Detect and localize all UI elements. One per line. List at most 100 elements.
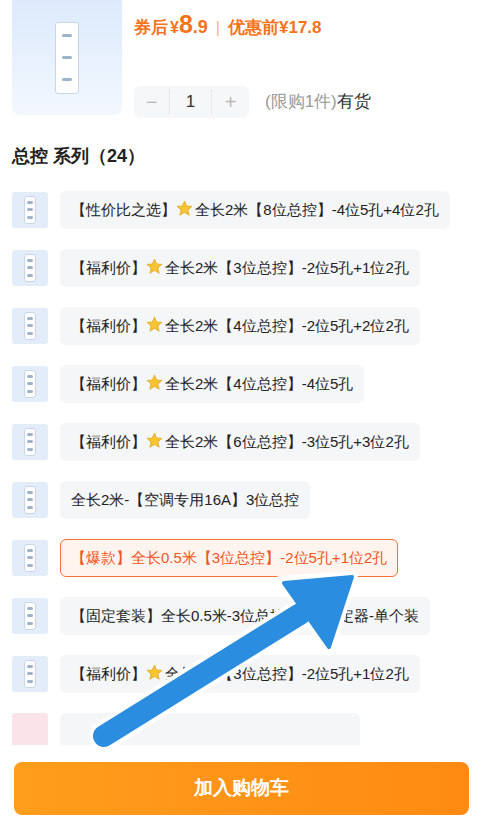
- socket: [27, 564, 32, 567]
- socket: [27, 375, 32, 378]
- option-row[interactable]: 【福利价】全长2米【4位总控】-2位5孔+2位2孔: [12, 307, 471, 345]
- option-chip[interactable]: 【固定套装】全长0.5米-3位总控+排插固定器-单个装: [60, 597, 430, 635]
- option-row[interactable]: 【性价比之选】 全长2米【8位总控】-4位5孔+4位2孔: [12, 191, 471, 229]
- strip-body: [55, 22, 79, 94]
- power-strip-icon: [12, 540, 48, 576]
- option-tag: 【福利价】: [71, 259, 146, 276]
- option-chip[interactable]: 【福利价】全长2米【4位总控】-4位5孔: [60, 365, 364, 403]
- sku-panel: 券后¥8.9 | 优惠前¥17.8 −1+ (限购1件)有货总控 系列（24） 【性价比之…: [0, 0, 483, 820]
- option-list: 【性价比之选】 全长2米【8位总控】-4位5孔+4位2孔【福利价】 全长2米【3位总…: [0, 191, 483, 745]
- socket: [27, 448, 32, 451]
- option-label: 全长2米【3位总控】-2位5孔+1位2孔: [165, 259, 409, 276]
- series-title: 总控 系列（24）: [12, 143, 483, 169]
- socket: [27, 549, 32, 552]
- plus-button[interactable]: +: [212, 87, 249, 117]
- socket: [27, 216, 32, 219]
- socket: [27, 622, 32, 625]
- socket: [27, 324, 32, 327]
- option-label: 【爆款】全长0.5米【3位总控】-2位5孔+1位2孔: [71, 549, 387, 566]
- socket: [27, 274, 32, 277]
- product-image: [12, 0, 122, 115]
- socket: [27, 614, 32, 617]
- add-to-cart-label: 加入购物车: [194, 774, 289, 803]
- option-label: 全长1米【3位总控】-2位5孔+1位2孔: [165, 665, 409, 682]
- socket: [27, 201, 32, 204]
- option-chip[interactable]: 【福利价】 全长2米【6位总控】-3位5孔+3位2孔: [60, 423, 420, 461]
- price-label: 券后: [134, 15, 168, 41]
- divider: |: [216, 16, 220, 40]
- option-chip[interactable]: 【福利价】 全长2米【3位总控】-2位5孔+1位2孔: [60, 249, 420, 287]
- minus-button[interactable]: −: [134, 87, 169, 117]
- socket: [27, 208, 32, 211]
- power-strip-icon: [12, 192, 48, 228]
- socket: [27, 665, 32, 668]
- socket: [27, 506, 32, 509]
- socket: [27, 680, 32, 683]
- option-chip[interactable]: [60, 713, 360, 745]
- socket: [27, 491, 32, 494]
- socket: [27, 266, 32, 269]
- option-row[interactable]: [12, 713, 471, 745]
- option-row[interactable]: 全长2米-【空调专用16A】3位总控: [12, 481, 471, 519]
- quantity-value[interactable]: 1: [169, 89, 212, 115]
- option-row[interactable]: 【福利价】 全长2米【6位总控】-3位5孔+3位2孔: [12, 423, 471, 461]
- pointer-arrow-icon: [0, 0, 483, 820]
- strip-body: [24, 428, 36, 457]
- star-icon: [176, 200, 193, 217]
- bottom-bar: 加入购物车: [0, 745, 483, 820]
- option-label: 全长2米【4位总控】-2位5孔+2位2孔: [165, 317, 409, 334]
- option-row[interactable]: 【爆款】全长0.5米【3位总控】-2位5孔+1位2孔: [12, 539, 471, 577]
- option-chip[interactable]: 【福利价】全长2米【4位总控】-2位5孔+2位2孔: [60, 307, 420, 345]
- strip-body: [24, 544, 36, 573]
- option-chip[interactable]: 【福利价】 全长1米【3位总控】-2位5孔+1位2孔: [60, 655, 420, 693]
- power-strip-icon: [12, 482, 48, 518]
- option-chip[interactable]: 【爆款】全长0.5米【3位总控】-2位5孔+1位2孔: [60, 539, 398, 577]
- power-strip-icon: [12, 424, 48, 460]
- add-to-cart-button[interactable]: 加入购物车: [14, 762, 469, 815]
- power-strip-icon: [32, 13, 102, 103]
- option-row[interactable]: 【固定套装】全长0.5米-3位总控+排插固定器-单个装: [12, 597, 471, 635]
- socket: [62, 34, 73, 37]
- quantity-row: −1+ (限购1件)有货: [134, 86, 371, 118]
- currency: ¥: [170, 16, 179, 40]
- option-tag: 【福利价】: [71, 433, 146, 450]
- option-chip[interactable]: 全长2米-【空调专用16A】3位总控: [60, 481, 310, 519]
- socket: [27, 332, 32, 335]
- option-label: 全长2米-【空调专用16A】3位总控: [71, 491, 299, 508]
- socket: [27, 440, 32, 443]
- strip-body: [24, 254, 36, 283]
- stock-status: 有货: [337, 89, 371, 115]
- option-row[interactable]: 【福利价】 全长2米【3位总控】-2位5孔+1位2孔: [12, 249, 471, 287]
- power-strip-icon: [12, 598, 48, 634]
- price: 8: [179, 6, 193, 44]
- socket: [27, 317, 32, 320]
- strip-body: [24, 312, 36, 341]
- strip-body: [24, 196, 36, 225]
- socket: [27, 433, 32, 436]
- option-tag: 【福利价】: [71, 665, 146, 682]
- socket: [27, 607, 32, 610]
- socket: [62, 56, 73, 59]
- price-decimal: .9: [193, 14, 208, 41]
- option-thumbnail: [12, 713, 48, 745]
- power-strip-icon: [12, 250, 48, 286]
- option-row[interactable]: 【福利价】 全长1米【3位总控】-2位5孔+1位2孔: [12, 655, 471, 693]
- strip-body: [24, 660, 36, 689]
- option-label: 全长2米【6位总控】-3位5孔+3位2孔: [165, 433, 409, 450]
- price-row: 券后¥8.9 | 优惠前¥17.8: [134, 6, 371, 44]
- option-label: 全长2米【8位总控】-4位5孔+4位2孔: [195, 201, 439, 218]
- product-info: 券后¥8.9 | 优惠前¥17.8 −1+ (限购1件)有货: [134, 0, 371, 125]
- socket: [27, 259, 32, 262]
- option-tag: 【性价比之选】: [71, 201, 176, 218]
- original-price: 优惠前¥17.8: [228, 15, 322, 41]
- purchase-limit: (限购1件): [265, 89, 337, 115]
- star-icon: [146, 374, 163, 391]
- star-icon: [146, 316, 163, 333]
- power-strip-icon: [12, 308, 48, 344]
- socket: [27, 672, 32, 675]
- strip-body: [24, 602, 36, 631]
- power-strip-icon: [12, 366, 48, 402]
- product-header: 券后¥8.9 | 优惠前¥17.8 −1+ (限购1件)有货: [0, 0, 483, 125]
- option-row[interactable]: 【福利价】全长2米【4位总控】-4位5孔: [12, 365, 471, 403]
- option-chip[interactable]: 【性价比之选】 全长2米【8位总控】-4位5孔+4位2孔: [60, 191, 450, 229]
